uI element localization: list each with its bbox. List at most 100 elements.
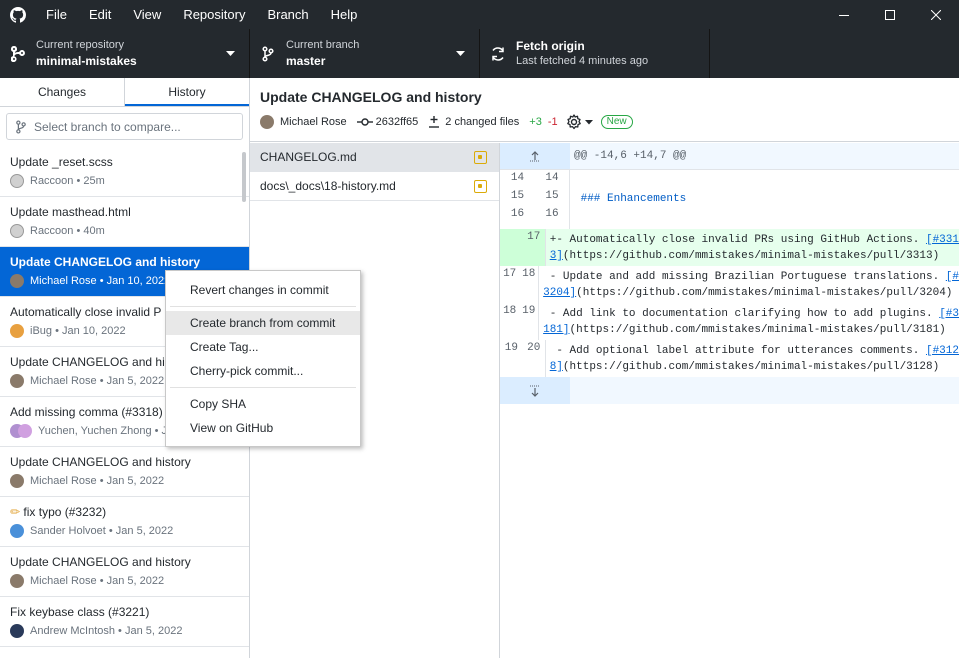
toolbar: Current repository minimal-mistakes Curr… bbox=[0, 29, 959, 78]
avatar bbox=[10, 524, 24, 538]
diff-code: +- Automatically close invalid PRs using… bbox=[549, 234, 959, 262]
old-line-number bbox=[500, 229, 523, 266]
file-item-selected[interactable]: CHANGELOG.md bbox=[250, 143, 499, 172]
current-branch-value: master bbox=[286, 54, 326, 68]
pr-link[interactable]: [# bbox=[946, 271, 959, 283]
old-line-number: 16 bbox=[510, 208, 525, 220]
close-icon bbox=[931, 9, 941, 20]
scrollbar-thumb[interactable] bbox=[242, 152, 246, 202]
close-button[interactable] bbox=[913, 0, 959, 29]
diff-code bbox=[570, 206, 959, 229]
diff-code bbox=[570, 170, 959, 188]
expand-down-button[interactable] bbox=[500, 377, 570, 404]
diff-line: 16 16 bbox=[500, 206, 959, 229]
expand-up-icon bbox=[530, 151, 540, 162]
minimize-button[interactable] bbox=[821, 0, 867, 29]
avatar bbox=[10, 274, 24, 288]
create-branch-menu-item[interactable]: Create branch from commit bbox=[166, 311, 360, 335]
additions-count: +3 bbox=[529, 116, 542, 128]
commit-title: Update CHANGELOG and history bbox=[10, 555, 191, 569]
old-line-number: 14 bbox=[510, 172, 525, 184]
commit-meta: Michael Rose • Jan 5, 2022 bbox=[30, 575, 165, 587]
diff-code: ### Enhancements bbox=[574, 193, 687, 205]
revert-changes-menu-item[interactable]: Revert changes in commit bbox=[166, 278, 360, 302]
commit-title: Update masthead.html bbox=[10, 205, 131, 219]
commit-item[interactable]: Update CHANGELOG and history Michael Ros… bbox=[0, 447, 249, 497]
commit-item[interactable]: Update CHANGELOG and history Michael Ros… bbox=[0, 547, 249, 597]
minimize-icon bbox=[839, 14, 849, 16]
branch-icon bbox=[250, 45, 286, 62]
new-badge: New bbox=[600, 115, 633, 129]
commit-meta: Sander Holvoet • Jan 5, 2022 bbox=[30, 525, 174, 537]
menu-branch[interactable]: Branch bbox=[256, 0, 319, 29]
file-item[interactable]: docs\_docs\18-history.md bbox=[250, 172, 499, 201]
expand-down-icon bbox=[530, 385, 540, 397]
pr-link[interactable]: [#3 bbox=[939, 308, 959, 320]
copy-sha-menu-item[interactable]: Copy SHA bbox=[166, 392, 360, 416]
menu-bar: File Edit View Repository Branch Help bbox=[36, 0, 368, 29]
new-line-number: 14 bbox=[535, 170, 570, 188]
old-line-number: 19 bbox=[504, 342, 518, 354]
diff-line: 15 15 ### Enhancements bbox=[500, 188, 959, 206]
file-path: CHANGELOG.md bbox=[260, 150, 357, 164]
gear-icon bbox=[566, 114, 581, 130]
current-repository-button[interactable]: Current repository minimal-mistakes bbox=[0, 29, 250, 78]
commit-meta: Yuchen, Yuchen Zhong • Ja bbox=[38, 425, 174, 437]
old-line-number: 18 bbox=[503, 305, 517, 317]
window-controls bbox=[821, 0, 959, 29]
cherry-pick-menu-item[interactable]: Cherry-pick commit... bbox=[166, 359, 360, 383]
view-on-github-menu-item[interactable]: View on GitHub bbox=[166, 416, 360, 440]
tab-changes[interactable]: Changes bbox=[0, 78, 125, 106]
title-bar: File Edit View Repository Branch Help bbox=[0, 0, 959, 29]
commit-item[interactable]: Fix keybase class (#3221) Andrew McIntos… bbox=[0, 597, 249, 647]
diff-code: - Add link to documentation clarifying h… bbox=[543, 308, 959, 336]
commit-meta: iBug • Jan 10, 2022 bbox=[30, 325, 126, 337]
diff-view: @@ -14,6 +14,7 @@ 14 14 15 15 ### Enhanc… bbox=[500, 143, 959, 658]
diff-settings-button[interactable] bbox=[566, 114, 593, 130]
pr-link[interactable]: 8] bbox=[550, 361, 563, 373]
pr-link[interactable]: 3204] bbox=[543, 287, 576, 299]
avatar bbox=[10, 224, 24, 238]
github-logo-icon bbox=[0, 0, 36, 29]
sidebar-tabs: Changes History bbox=[0, 78, 249, 107]
current-repository-label: Current repository bbox=[36, 39, 125, 51]
deletions-count: -1 bbox=[547, 116, 558, 128]
commit-item[interactable]: Update masthead.html Raccoon • 40m bbox=[0, 197, 249, 247]
commit-summary-meta: Michael Rose 2632ff65 2 changed files +3… bbox=[260, 114, 633, 130]
changed-files-count: 2 changed files bbox=[445, 116, 520, 128]
avatar bbox=[260, 115, 274, 129]
menu-file[interactable]: File bbox=[36, 0, 78, 29]
expand-up-button[interactable] bbox=[500, 143, 570, 169]
pencil-emoji-icon: ✏ bbox=[10, 505, 21, 519]
old-line-number: 15 bbox=[510, 190, 525, 202]
maximize-button[interactable] bbox=[867, 0, 913, 29]
diff-line: 18 19 - Add link to documentation clarif… bbox=[500, 303, 959, 340]
avatar bbox=[10, 324, 24, 338]
menu-edit[interactable]: Edit bbox=[78, 0, 122, 29]
diff-line-added: 17 +- Automatically close invalid PRs us… bbox=[500, 229, 959, 266]
create-tag-menu-item[interactable]: Create Tag... bbox=[166, 335, 360, 359]
old-line-number: 17 bbox=[503, 268, 517, 280]
current-repository-value: minimal-mistakes bbox=[36, 54, 137, 68]
avatar bbox=[10, 574, 24, 588]
commit-title: Update CHANGELOG and history bbox=[10, 255, 201, 269]
pr-link[interactable]: [#331 bbox=[926, 234, 959, 246]
current-branch-button[interactable]: Current branch master bbox=[250, 29, 480, 78]
commit-item[interactable]: Update _reset.scss Raccoon • 25m bbox=[0, 147, 249, 197]
commit-summary: Update CHANGELOG and history Michael Ros… bbox=[250, 78, 959, 142]
tab-history[interactable]: History bbox=[125, 78, 249, 106]
menu-view[interactable]: View bbox=[122, 0, 172, 29]
compare-branch-input[interactable]: Select branch to compare... bbox=[6, 113, 243, 140]
fetch-origin-button[interactable]: Fetch origin Last fetched 4 minutes ago bbox=[480, 29, 710, 78]
menu-repository[interactable]: Repository bbox=[172, 0, 256, 29]
commit-item[interactable]: ✏ fix typo (#3232) Sander Holvoet • Jan … bbox=[0, 497, 249, 547]
menu-help[interactable]: Help bbox=[320, 0, 369, 29]
file-path: docs\_docs\18-history.md bbox=[260, 179, 396, 193]
pr-link[interactable]: 181] bbox=[543, 324, 569, 336]
commit-sha[interactable]: 2632ff65 bbox=[376, 116, 419, 128]
new-line-number: 15 bbox=[535, 188, 570, 206]
pr-link[interactable]: 3] bbox=[550, 250, 563, 262]
maximize-icon bbox=[885, 9, 895, 20]
pr-link[interactable]: [#312 bbox=[926, 345, 959, 357]
current-branch-label: Current branch bbox=[286, 39, 360, 51]
